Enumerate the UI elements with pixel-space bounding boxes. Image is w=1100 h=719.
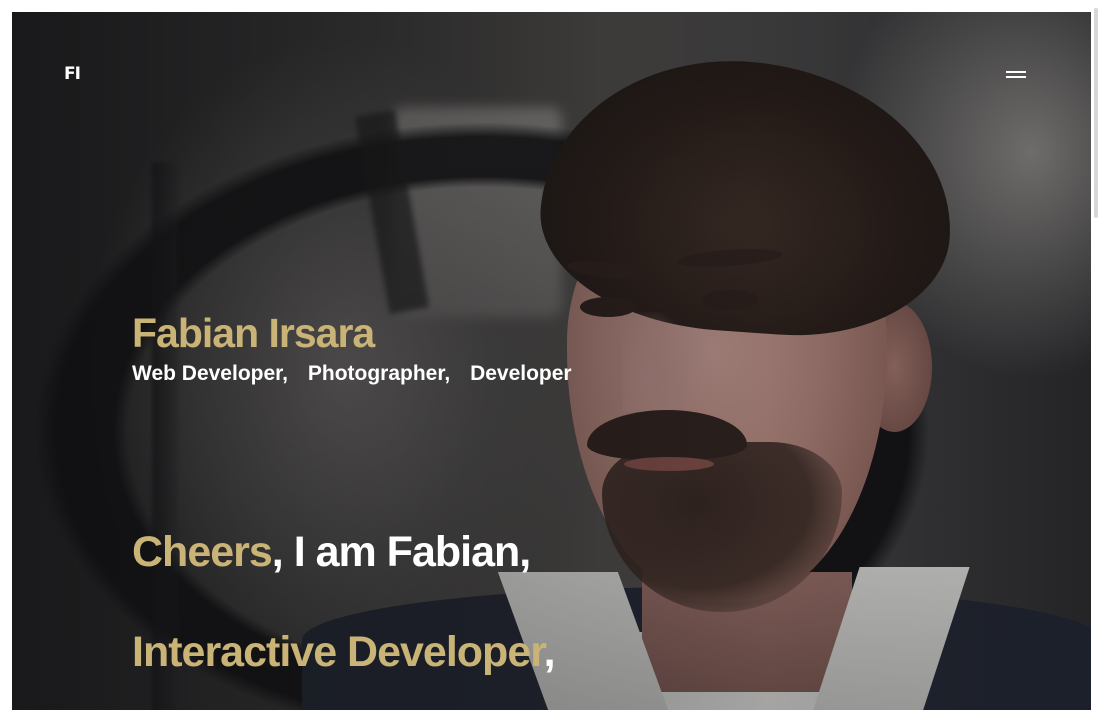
role-item: Web Developer, <box>132 362 289 385</box>
hamburger-icon[interactable] <box>1004 68 1028 82</box>
dark-overlay <box>12 12 1091 710</box>
hero-section: FI Fabian Irsara Web Developer, Photogra… <box>12 12 1091 710</box>
greeting-line: Cheers, I am Fabian, <box>132 528 531 577</box>
role-item: Photographer, <box>307 362 451 385</box>
title-highlight: Interactive Developer <box>132 628 545 676</box>
hero-name: Fabian Irsara <box>132 310 375 356</box>
title-rest: , <box>543 628 556 676</box>
role-item: Developer <box>470 362 572 385</box>
site-logo[interactable]: FI <box>64 64 81 84</box>
roles-list: Web Developer, Photographer, Developer <box>132 362 572 386</box>
menu-line-top <box>1006 71 1026 73</box>
greeting-highlight: Cheers <box>132 528 273 576</box>
greeting-rest: , I am Fabian, <box>271 528 531 576</box>
menu-line-bottom <box>1006 76 1026 78</box>
scrollbar[interactable] <box>1094 8 1098 218</box>
title-line: Interactive Developer, <box>132 628 556 677</box>
